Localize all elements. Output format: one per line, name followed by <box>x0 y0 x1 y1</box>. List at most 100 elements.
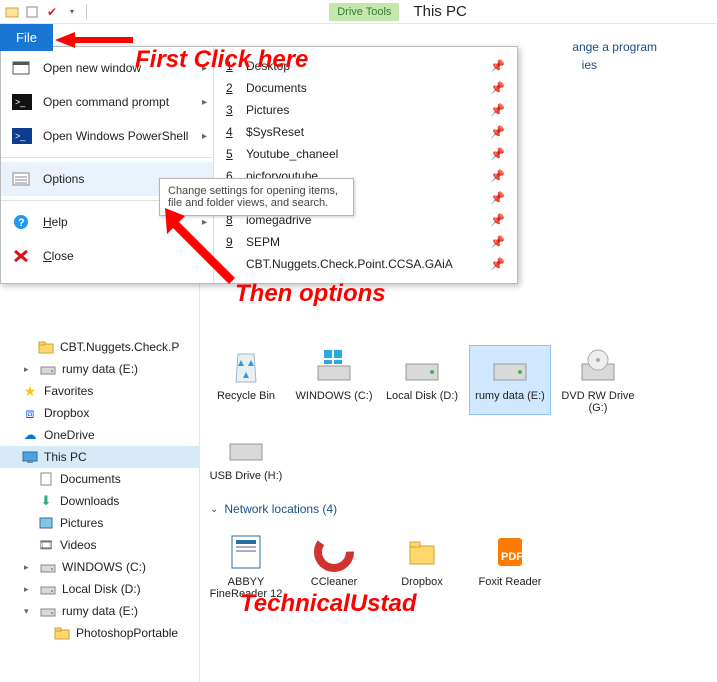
ribbon-fragment-2: ies <box>582 58 597 72</box>
svg-text:PDF: PDF <box>501 551 523 563</box>
frequent-place-sepm[interactable]: 9SEPM📌 <box>226 231 505 253</box>
sidebar-item-label: Dropbox <box>44 406 89 420</box>
pic-icon <box>38 515 54 531</box>
sidebar-item-documents[interactable]: Documents <box>0 468 199 490</box>
dbx-icon <box>398 532 446 572</box>
frequent-place-desktop[interactable]: 1Desktop📌 <box>226 55 505 77</box>
netloc-foxit-reader[interactable]: PDF Foxit Reader <box>470 532 550 600</box>
frequent-index: 3 <box>226 103 236 117</box>
file-menu-item-open-command-prompt[interactable]: >_Open command prompt▸ <box>1 85 213 119</box>
title-bar: ✔ ▾ Drive Tools This PC <box>0 0 717 24</box>
app-icon <box>4 4 20 20</box>
sidebar-item-cbt-nuggets-check-p[interactable]: CBT.Nuggets.Check.P <box>0 336 199 358</box>
hdd-icon <box>486 346 534 386</box>
drive-icon <box>40 361 56 377</box>
onedrive-icon: ☁ <box>22 427 38 443</box>
frequent-place-cbt-nuggets-check-point-ccsa-gaia[interactable]: CBT.Nuggets.Check.Point.CCSA.GAiA 📌 <box>226 253 505 275</box>
file-menu-right-column: 1Desktop📌2Documents📌3Pictures📌4$SysReset… <box>214 47 517 283</box>
ps-icon: >_ <box>11 127 33 145</box>
expand-caret-icon[interactable]: ▸ <box>24 364 34 375</box>
netloc-label: ABBYY FineReader 12 <box>206 576 286 600</box>
network-locations-header[interactable]: ⌄Network locations (4) <box>206 494 717 520</box>
sidebar-item-label: CBT.Nuggets.Check.P <box>60 340 179 354</box>
sidebar-item-rumy-data-e-[interactable]: ▸rumy data (E:) <box>0 358 199 380</box>
sidebar-item-label: This PC <box>44 450 87 464</box>
pin-icon[interactable]: 📌 <box>490 257 505 271</box>
pin-icon[interactable]: 📌 <box>490 103 505 117</box>
frequent-place-youtube-chaneel[interactable]: 5Youtube_chaneel📌 <box>226 143 505 165</box>
sidebar-item-label: PhotoshopPortable <box>76 626 178 640</box>
file-menu-item-open-windows-powershell[interactable]: >_Open Windows PowerShell▸ <box>1 119 213 153</box>
file-tab[interactable]: File <box>0 24 53 51</box>
netloc-label: Foxit Reader <box>470 576 550 588</box>
netloc-abbyy-finereader-12[interactable]: ABBYY FineReader 12 <box>206 532 286 600</box>
folder-icon <box>38 339 54 355</box>
sidebar-item-dropbox[interactable]: ⧈ Dropbox <box>0 402 199 424</box>
sidebar-item-label: Videos <box>60 538 96 552</box>
qat-dropdown-icon[interactable]: ▾ <box>64 4 80 20</box>
recycle-icon <box>222 346 270 386</box>
sidebar-item-downloads[interactable]: ⬇Downloads <box>0 490 199 512</box>
pin-icon[interactable]: 📌 <box>490 213 505 227</box>
sidebar-item-videos[interactable]: 🎞Videos <box>0 534 199 556</box>
pin-icon[interactable]: 📌 <box>490 81 505 95</box>
help-icon: ? <box>11 213 33 231</box>
frequent-place--sysreset[interactable]: 4$SysReset📌 <box>226 121 505 143</box>
netloc-dropbox[interactable]: Dropbox <box>382 532 462 600</box>
drive-local-disk-d-[interactable]: Local Disk (D:) <box>382 346 462 414</box>
drive-recycle-bin[interactable]: Recycle Bin <box>206 346 286 414</box>
menu-item-label: Options <box>43 172 84 186</box>
frequent-index: 5 <box>226 147 236 161</box>
sidebar-item-photoshopportable[interactable]: PhotoshopPortable <box>0 622 199 644</box>
qat-check-icon[interactable]: ✔ <box>44 4 60 20</box>
frequent-place-documents[interactable]: 2Documents📌 <box>226 77 505 99</box>
drive-usb-drive-h-[interactable]: USB Drive (H:) <box>206 426 286 482</box>
section-label: Network locations (4) <box>224 502 337 516</box>
expand-caret-icon[interactable]: ▸ <box>24 584 34 595</box>
drive-tools-tab[interactable]: Drive Tools <box>329 3 399 21</box>
netloc-label: CCleaner <box>294 576 374 588</box>
pin-icon[interactable]: 📌 <box>490 125 505 139</box>
sidebar-item-local-disk-d-[interactable]: ▸ Local Disk (D:) <box>0 578 199 600</box>
ribbon-fragment-1: ange a program <box>572 40 657 54</box>
pin-icon[interactable]: 📌 <box>490 191 505 205</box>
sidebar-item-rumy-data-e-[interactable]: ▾rumy data (E:) <box>0 600 199 622</box>
close-icon <box>11 247 33 265</box>
sidebar-item-favorites[interactable]: ★Favorites <box>0 380 199 402</box>
drive-label: Local Disk (D:) <box>382 390 462 402</box>
sidebar-item-this-pc[interactable]: This PC <box>0 446 199 468</box>
cmd-icon: >_ <box>11 93 33 111</box>
pin-icon[interactable]: 📌 <box>490 59 505 73</box>
usb-icon <box>222 426 270 466</box>
netloc-label: Dropbox <box>382 576 462 588</box>
frequent-label: CBT.Nuggets.Check.Point.CCSA.GAiA <box>246 257 453 271</box>
sidebar-item-onedrive[interactable]: ☁OneDrive <box>0 424 199 446</box>
expand-caret-icon[interactable]: ▸ <box>24 562 34 573</box>
pin-icon[interactable]: 📌 <box>490 169 505 183</box>
drive-icon <box>40 559 56 575</box>
qat-new-icon[interactable] <box>24 4 40 20</box>
drive-icon <box>40 581 56 597</box>
frequent-index: 2 <box>226 81 236 95</box>
drive-windows-c-[interactable]: WINDOWS (C:) <box>294 346 374 414</box>
pin-icon[interactable]: 📌 <box>490 147 505 161</box>
pin-icon[interactable]: 📌 <box>490 235 505 249</box>
sidebar-item-label: Local Disk (D:) <box>62 582 141 596</box>
sidebar-item-pictures[interactable]: Pictures <box>0 512 199 534</box>
sidebar-item-windows-c-[interactable]: ▸ WINDOWS (C:) <box>0 556 199 578</box>
file-menu-panel: Open new window▸>_Open command prompt▸>_… <box>0 46 518 284</box>
expand-caret-icon[interactable]: ▾ <box>24 606 34 617</box>
drive-dvd-rw-drive-g-[interactable]: DVD RW Drive (G:) <box>558 346 638 414</box>
netloc-ccleaner[interactable]: CCleaner <box>294 532 374 600</box>
dropbox-icon: ⧈ <box>22 405 38 421</box>
dvd-icon <box>574 346 622 386</box>
frequent-label: SEPM <box>246 235 280 249</box>
sidebar-item-label: Pictures <box>60 516 103 530</box>
window-icon <box>11 59 33 77</box>
drive-label: rumy data (E:) <box>470 390 550 402</box>
svg-text:?: ? <box>18 217 25 229</box>
drive-rumy-data-e-[interactable]: rumy data (E:) <box>470 346 550 414</box>
frequent-place-pictures[interactable]: 3Pictures📌 <box>226 99 505 121</box>
abbyy-icon <box>222 532 270 572</box>
sidebar-item-label: WINDOWS (C:) <box>62 560 146 574</box>
